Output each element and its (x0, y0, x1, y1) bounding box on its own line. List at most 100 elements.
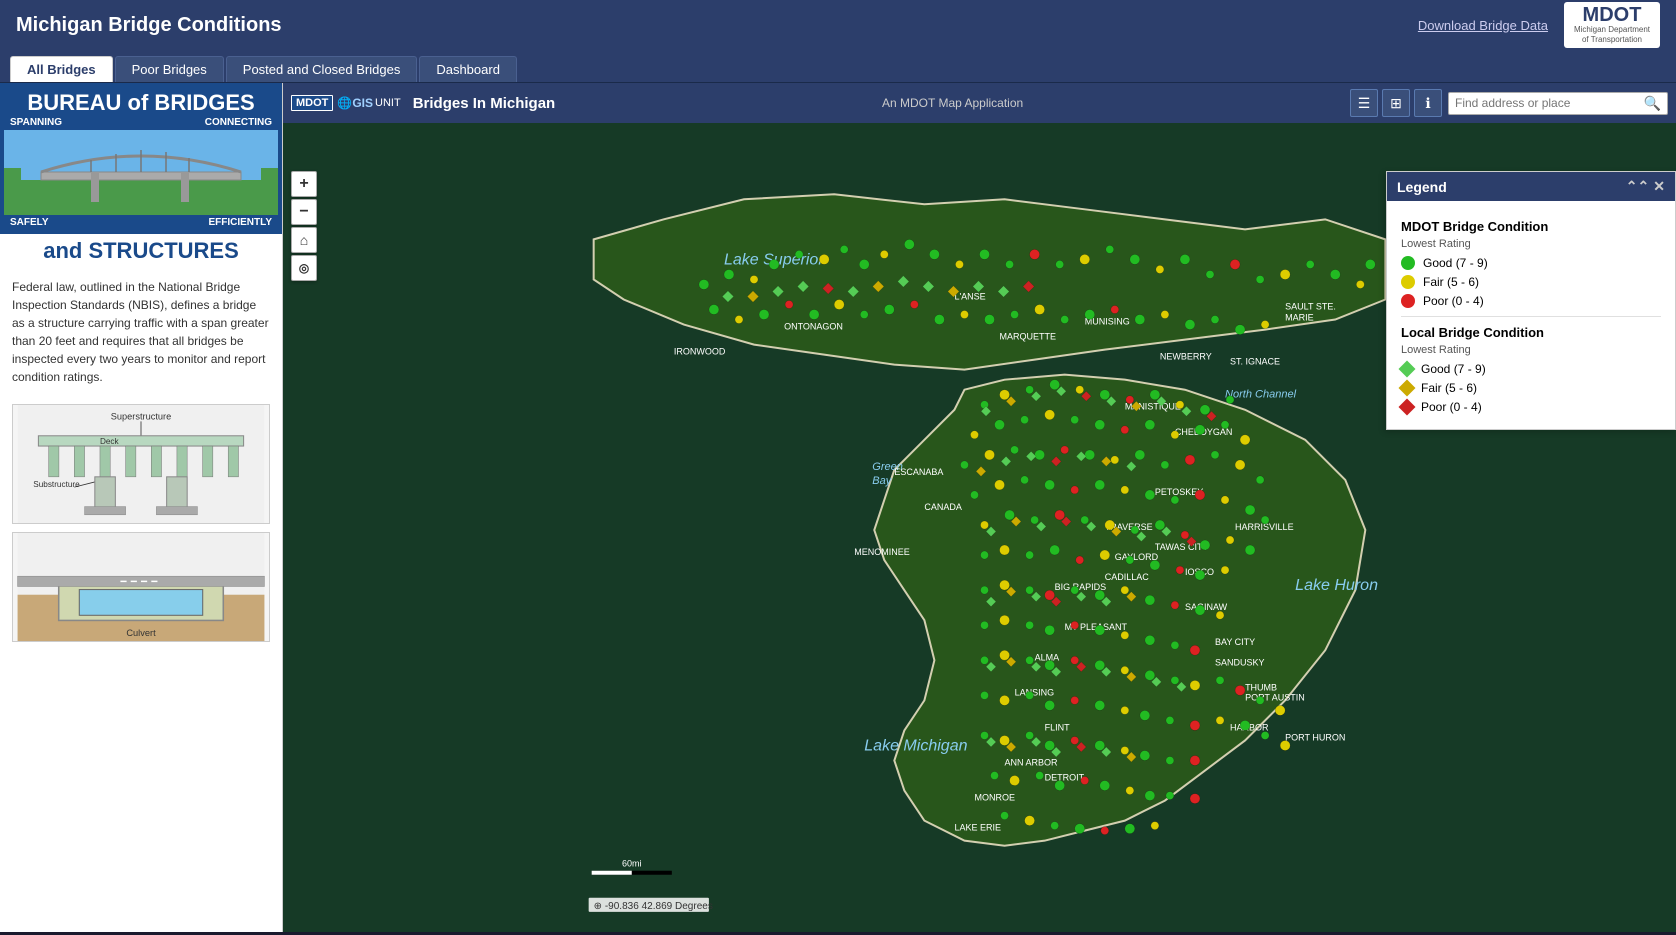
list-view-icon[interactable]: ☰ (1350, 89, 1378, 117)
structures-title: and STRUCTURES (0, 234, 282, 268)
legend-body: MDOT Bridge Condition Lowest Rating Good… (1387, 201, 1675, 429)
search-input[interactable] (1455, 96, 1644, 110)
mdot-good-label: Good (7 - 9) (1423, 256, 1488, 270)
map-title: Bridges In Michigan (413, 95, 556, 112)
local-good-label: Good (7 - 9) (1421, 362, 1486, 376)
local-fair-label: Fair (5 - 6) (1421, 381, 1477, 395)
tab-bar: All Bridges Poor Bridges Posted and Clos… (0, 50, 1676, 83)
app-header: Michigan Bridge Conditions Download Brid… (0, 0, 1676, 50)
legend-close-icon[interactable]: ✕ (1653, 178, 1665, 195)
map-toolbar: MDOT 🌐GIS UNIT Bridges In Michigan An MD… (283, 83, 1676, 123)
legend-item-local-good: Good (7 - 9) (1401, 362, 1661, 376)
sidebar-description: Federal law, outlined in the National Br… (0, 268, 282, 396)
legend-item-mdot-fair: Fair (5 - 6) (1401, 275, 1661, 289)
locate-button[interactable]: ◎ (291, 255, 317, 281)
map-subtitle: An MDOT Map Application (561, 96, 1344, 110)
map-canvas[interactable]: Lake Superior Lake Huron Lake Michigan G… (283, 123, 1676, 932)
mdot-logo: MDOT Michigan Departmentof Transportatio… (1564, 2, 1660, 47)
tab-all-bridges[interactable]: All Bridges (10, 56, 113, 82)
svg-text:L'ANSE: L'ANSE (954, 292, 985, 302)
legend-item-local-fair: Fair (5 - 6) (1401, 381, 1661, 395)
mdot-poor-dot (1401, 294, 1415, 308)
mdot-fair-label: Fair (5 - 6) (1423, 275, 1479, 289)
bridge-diagram-2: Culvert (12, 532, 270, 642)
svg-text:BAY CITY: BAY CITY (1215, 637, 1255, 647)
svg-text:⊕ -90.836 42.869 Degrees: ⊕ -90.836 42.869 Degrees (594, 901, 713, 912)
svg-text:PORT AUSTIN: PORT AUSTIN (1245, 692, 1305, 702)
svg-text:CADILLAC: CADILLAC (1105, 572, 1150, 582)
svg-text:ANN ARBOR: ANN ARBOR (1005, 758, 1059, 768)
svg-text:SANDUSKY: SANDUSKY (1215, 657, 1265, 667)
svg-text:GAYLORD: GAYLORD (1115, 552, 1159, 562)
svg-text:Lake Michigan: Lake Michigan (864, 736, 967, 754)
legend-header: Legend ⌃⌃ ✕ (1387, 172, 1675, 201)
local-poor-label: Poor (0 - 4) (1421, 400, 1482, 414)
mdot-good-dot (1401, 256, 1415, 270)
map-controls: + − ⌂ ◎ (291, 171, 317, 281)
svg-text:Bay: Bay (872, 475, 892, 487)
svg-text:Superstructure: Superstructure (111, 412, 171, 422)
legend-item-local-poor: Poor (0 - 4) (1401, 400, 1661, 414)
svg-text:SAGINAW: SAGINAW (1185, 602, 1228, 612)
map-logo: MDOT 🌐GIS UNIT (291, 95, 401, 111)
svg-text:LANSING: LANSING (1015, 687, 1055, 697)
bureau-title: BUREAU of BRIDGES (4, 91, 278, 115)
zoom-out-button[interactable]: − (291, 199, 317, 225)
tab-poor-bridges[interactable]: Poor Bridges (115, 56, 224, 82)
gis-label: 🌐GIS (337, 96, 373, 110)
download-link[interactable]: Download Bridge Data (1418, 18, 1548, 33)
svg-text:THUMB: THUMB (1245, 682, 1277, 692)
bureau-banner: SPANNING CONNECTING (4, 115, 278, 130)
legend-divider (1401, 316, 1661, 317)
map-container[interactable]: MDOT 🌐GIS UNIT Bridges In Michigan An MD… (283, 83, 1676, 932)
svg-text:MARIE: MARIE (1285, 313, 1314, 323)
svg-text:ALMA: ALMA (1035, 652, 1060, 662)
svg-text:MONROE: MONROE (974, 793, 1015, 803)
home-button[interactable]: ⌂ (291, 227, 317, 253)
legend-item-mdot-poor: Poor (0 - 4) (1401, 294, 1661, 308)
svg-text:Deck: Deck (100, 437, 120, 446)
svg-text:60mi: 60mi (622, 859, 642, 869)
svg-text:CANADA: CANADA (924, 502, 962, 512)
tab-posted-bridges[interactable]: Posted and Closed Bridges (226, 56, 418, 82)
legend-header-icons: ⌃⌃ ✕ (1626, 178, 1665, 195)
local-lowest-rating: Lowest Rating (1401, 344, 1661, 356)
mdot-map-logo: MDOT (291, 95, 333, 111)
legend-collapse-icon[interactable]: ⌃⌃ (1626, 178, 1649, 195)
legend-panel: Legend ⌃⌃ ✕ MDOT Bridge Condition Lowest… (1386, 171, 1676, 430)
main-layout: BUREAU of BRIDGES SPANNING CONNECTING (0, 83, 1676, 932)
bridge-illustration (21, 130, 261, 215)
local-good-diamond (1399, 361, 1416, 378)
svg-text:ONTONAGON: ONTONAGON (784, 322, 843, 332)
legend-item-mdot-good: Good (7 - 9) (1401, 256, 1661, 270)
info-icon[interactable]: ℹ (1414, 89, 1442, 117)
svg-text:ESCANABA: ESCANABA (894, 467, 943, 477)
toolbar-icons: ☰ ⊞ ℹ (1350, 89, 1442, 117)
svg-text:North Channel: North Channel (1225, 389, 1297, 401)
svg-text:Lake Huron: Lake Huron (1295, 576, 1378, 594)
local-section-title: Local Bridge Condition (1401, 325, 1661, 340)
local-poor-diamond (1399, 399, 1416, 416)
legend-title: Legend (1397, 179, 1447, 195)
safe-banner: SAFELY EFFICIENTLY (4, 215, 278, 230)
app-title: Michigan Bridge Conditions (16, 14, 1418, 37)
grid-view-icon[interactable]: ⊞ (1382, 89, 1410, 117)
tab-dashboard[interactable]: Dashboard (419, 56, 517, 82)
mdot-section-title: MDOT Bridge Condition (1401, 219, 1661, 234)
svg-text:SAULT STE.: SAULT STE. (1285, 302, 1336, 312)
unit-label: UNIT (375, 97, 401, 109)
mdot-fair-dot (1401, 275, 1415, 289)
logo-subtext: Michigan Departmentof Transportation (1574, 25, 1650, 44)
svg-text:PORT HURON: PORT HURON (1285, 732, 1345, 742)
search-box[interactable]: 🔍 (1448, 92, 1668, 115)
bureau-header: BUREAU of BRIDGES SPANNING CONNECTING (0, 83, 282, 234)
bridge-diagram-1: Superstructure Deck Substructure (12, 404, 270, 524)
svg-text:MENOMINEE: MENOMINEE (854, 547, 910, 557)
svg-text:MARQUETTE: MARQUETTE (1000, 332, 1057, 342)
bureau-image (4, 130, 278, 215)
svg-text:DETROIT: DETROIT (1045, 773, 1085, 783)
zoom-in-button[interactable]: + (291, 171, 317, 197)
svg-text:ST. IGNACE: ST. IGNACE (1230, 357, 1280, 367)
search-icon[interactable]: 🔍 (1644, 95, 1661, 112)
logo-text: MDOT (1583, 5, 1642, 25)
